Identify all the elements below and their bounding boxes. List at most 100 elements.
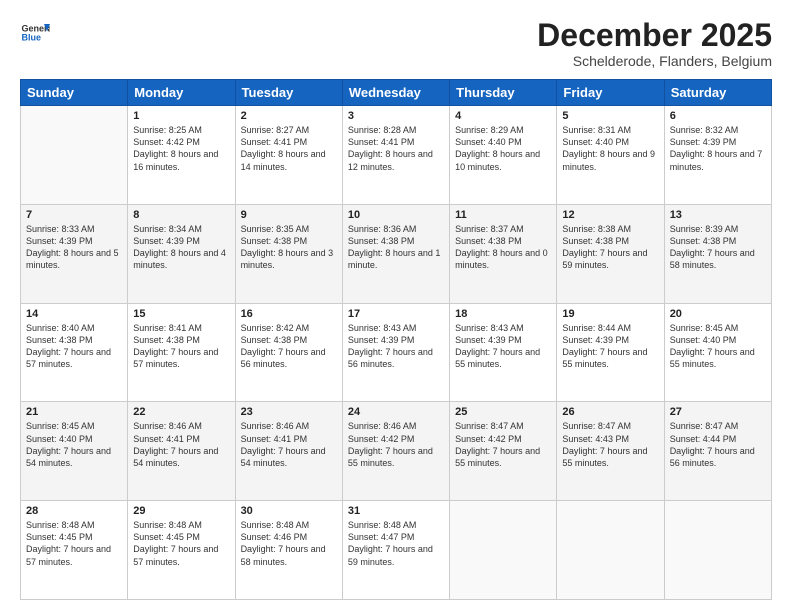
page: General Blue December 2025 Schelderode, … [0,0,792,612]
week-row-0: 1 Sunrise: 8:25 AMSunset: 4:42 PMDaylight… [21,106,772,205]
cell-0-6: 6 Sunrise: 8:32 AMSunset: 4:39 PMDaylight… [664,106,771,205]
cell-2-3: 17 Sunrise: 8:43 AMSunset: 4:39 PMDayligh… [342,303,449,402]
cell-2-4: 18Sunrise: 8:43 AMSunset: 4:39 PMDayligh… [450,303,557,402]
week-row-2: 14 Sunrise: 8:40 AMSunset: 4:38 PMDayligh… [21,303,772,402]
cell-4-0: 28Sunrise: 8:48 AMSunset: 4:45 PMDayligh… [21,501,128,600]
cell-1-1: 8 Sunrise: 8:34 AMSunset: 4:39 PMDaylight… [128,204,235,303]
day-number: 29 [133,505,229,517]
day-number: 30 [241,505,337,517]
day-number: 24 [348,406,444,418]
day-number: 12 [562,209,658,221]
cell-0-0 [21,106,128,205]
day-info: Sunrise: 8:46 AMSunset: 4:41 PMDaylight:… [241,420,337,469]
cell-4-5 [557,501,664,600]
day-info: Sunrise: 8:48 AMSunset: 4:47 PMDaylight:… [348,519,444,568]
day-number: 21 [26,406,122,418]
day-info: Sunrise: 8:38 AMSunset: 4:38 PMDaylight:… [562,223,658,272]
cell-4-4 [450,501,557,600]
day-number: 17 [348,308,444,320]
week-row-4: 28 Sunrise: 8:48 AMSunset: 4:45 PMDayligh… [21,501,772,600]
header-thursday: Thursday [450,80,557,106]
day-info: Sunrise: 8:34 AMSunset: 4:39 PMDaylight:… [133,223,229,272]
day-number: 28 [26,505,122,517]
month-title: December 2025 [537,18,772,53]
day-info: Sunrise: 8:47 AMSunset: 4:44 PMDaylight:… [670,420,766,469]
header-sunday: Sunday [21,80,128,106]
cell-3-5: 26 Sunrise: 8:47 AMSunset: 4:43 PMDayligh… [557,402,664,501]
day-info: Sunrise: 8:46 AMSunset: 4:42 PMDaylight:… [348,420,444,469]
day-number: 4 [455,110,551,122]
weekday-header-row: Sunday Monday Tuesday Wednesday Thursday… [21,80,772,106]
day-info: Sunrise: 8:29 AMSunset: 4:40 PMDaylight:… [455,124,551,173]
day-number: 16 [241,308,337,320]
day-number: 13 [670,209,766,221]
day-info: Sunrise: 8:25 AMSunset: 4:42 PMDaylight:… [133,124,229,173]
cell-2-6: 20 Sunrise: 8:45 AMSunset: 4:40 PMDayligh… [664,303,771,402]
header-wednesday: Wednesday [342,80,449,106]
day-info: Sunrise: 8:32 AMSunset: 4:39 PMDaylight:… [670,124,766,173]
day-number: 23 [241,406,337,418]
day-number: 31 [348,505,444,517]
cell-0-5: 5Sunrise: 8:31 AMSunset: 4:40 PMDaylight… [557,106,664,205]
day-info: Sunrise: 8:35 AMSunset: 4:38 PMDaylight:… [241,223,337,272]
day-number: 25 [455,406,551,418]
day-info: Sunrise: 8:45 AMSunset: 4:40 PMDaylight:… [26,420,122,469]
cell-3-6: 27 Sunrise: 8:47 AMSunset: 4:44 PMDayligh… [664,402,771,501]
cell-0-4: 4 Sunrise: 8:29 AMSunset: 4:40 PMDaylight… [450,106,557,205]
location-title: Schelderode, Flanders, Belgium [537,53,772,69]
logo: General Blue [20,18,50,48]
day-info: Sunrise: 8:45 AMSunset: 4:40 PMDaylight:… [670,322,766,371]
cell-1-6: 13Sunrise: 8:39 AMSunset: 4:38 PMDayligh… [664,204,771,303]
cell-0-1: 1 Sunrise: 8:25 AMSunset: 4:42 PMDaylight… [128,106,235,205]
cell-0-2: 2 Sunrise: 8:27 AMSunset: 4:41 PMDaylight… [235,106,342,205]
day-number: 6 [670,110,766,122]
header-monday: Monday [128,80,235,106]
day-number: 7 [26,209,122,221]
header: General Blue December 2025 Schelderode, … [20,18,772,69]
day-number: 9 [241,209,337,221]
cell-3-4: 25 Sunrise: 8:47 AMSunset: 4:42 PMDayligh… [450,402,557,501]
day-number: 19 [562,308,658,320]
day-number: 18 [455,308,551,320]
day-info: Sunrise: 8:36 AMSunset: 4:38 PMDaylight:… [348,223,444,272]
day-info: Sunrise: 8:48 AMSunset: 4:45 PMDaylight:… [133,519,229,568]
header-saturday: Saturday [664,80,771,106]
day-info: Sunrise: 8:33 AMSunset: 4:39 PMDaylight:… [26,223,122,272]
day-info: Sunrise: 8:28 AMSunset: 4:41 PMDaylight:… [348,124,444,173]
cell-4-2: 30Sunrise: 8:48 AMSunset: 4:46 PMDayligh… [235,501,342,600]
cell-3-0: 21 Sunrise: 8:45 AMSunset: 4:40 PMDayligh… [21,402,128,501]
day-info: Sunrise: 8:40 AMSunset: 4:38 PMDaylight:… [26,322,122,371]
day-info: Sunrise: 8:41 AMSunset: 4:38 PMDaylight:… [133,322,229,371]
cell-1-4: 11Sunrise: 8:37 AMSunset: 4:38 PMDayligh… [450,204,557,303]
day-info: Sunrise: 8:47 AMSunset: 4:42 PMDaylight:… [455,420,551,469]
day-info: Sunrise: 8:27 AMSunset: 4:41 PMDaylight:… [241,124,337,173]
cell-2-0: 14 Sunrise: 8:40 AMSunset: 4:38 PMDayligh… [21,303,128,402]
day-number: 20 [670,308,766,320]
day-number: 1 [133,110,229,122]
cell-4-3: 31 Sunrise: 8:48 AMSunset: 4:47 PMDayligh… [342,501,449,600]
cell-2-5: 19Sunrise: 8:44 AMSunset: 4:39 PMDayligh… [557,303,664,402]
day-number: 14 [26,308,122,320]
header-friday: Friday [557,80,664,106]
day-number: 27 [670,406,766,418]
cell-0-3: 3Sunrise: 8:28 AMSunset: 4:41 PMDaylight… [342,106,449,205]
day-number: 26 [562,406,658,418]
logo-icon: General Blue [20,18,50,48]
cell-1-2: 9 Sunrise: 8:35 AMSunset: 4:38 PMDaylight… [235,204,342,303]
day-number: 10 [348,209,444,221]
cell-4-1: 29 Sunrise: 8:48 AMSunset: 4:45 PMDayligh… [128,501,235,600]
cell-3-3: 24 Sunrise: 8:46 AMSunset: 4:42 PMDayligh… [342,402,449,501]
day-number: 5 [562,110,658,122]
cell-1-5: 12 Sunrise: 8:38 AMSunset: 4:38 PMDayligh… [557,204,664,303]
week-row-1: 7 Sunrise: 8:33 AMSunset: 4:39 PMDaylight… [21,204,772,303]
cell-3-1: 22Sunrise: 8:46 AMSunset: 4:41 PMDayligh… [128,402,235,501]
cell-3-2: 23 Sunrise: 8:46 AMSunset: 4:41 PMDayligh… [235,402,342,501]
day-number: 2 [241,110,337,122]
day-info: Sunrise: 8:46 AMSunset: 4:41 PMDaylight:… [133,420,229,469]
week-row-3: 21 Sunrise: 8:45 AMSunset: 4:40 PMDayligh… [21,402,772,501]
day-info: Sunrise: 8:47 AMSunset: 4:43 PMDaylight:… [562,420,658,469]
day-info: Sunrise: 8:43 AMSunset: 4:39 PMDaylight:… [348,322,444,371]
cell-1-3: 10 Sunrise: 8:36 AMSunset: 4:38 PMDayligh… [342,204,449,303]
day-number: 8 [133,209,229,221]
calendar-table: Sunday Monday Tuesday Wednesday Thursday… [20,79,772,600]
